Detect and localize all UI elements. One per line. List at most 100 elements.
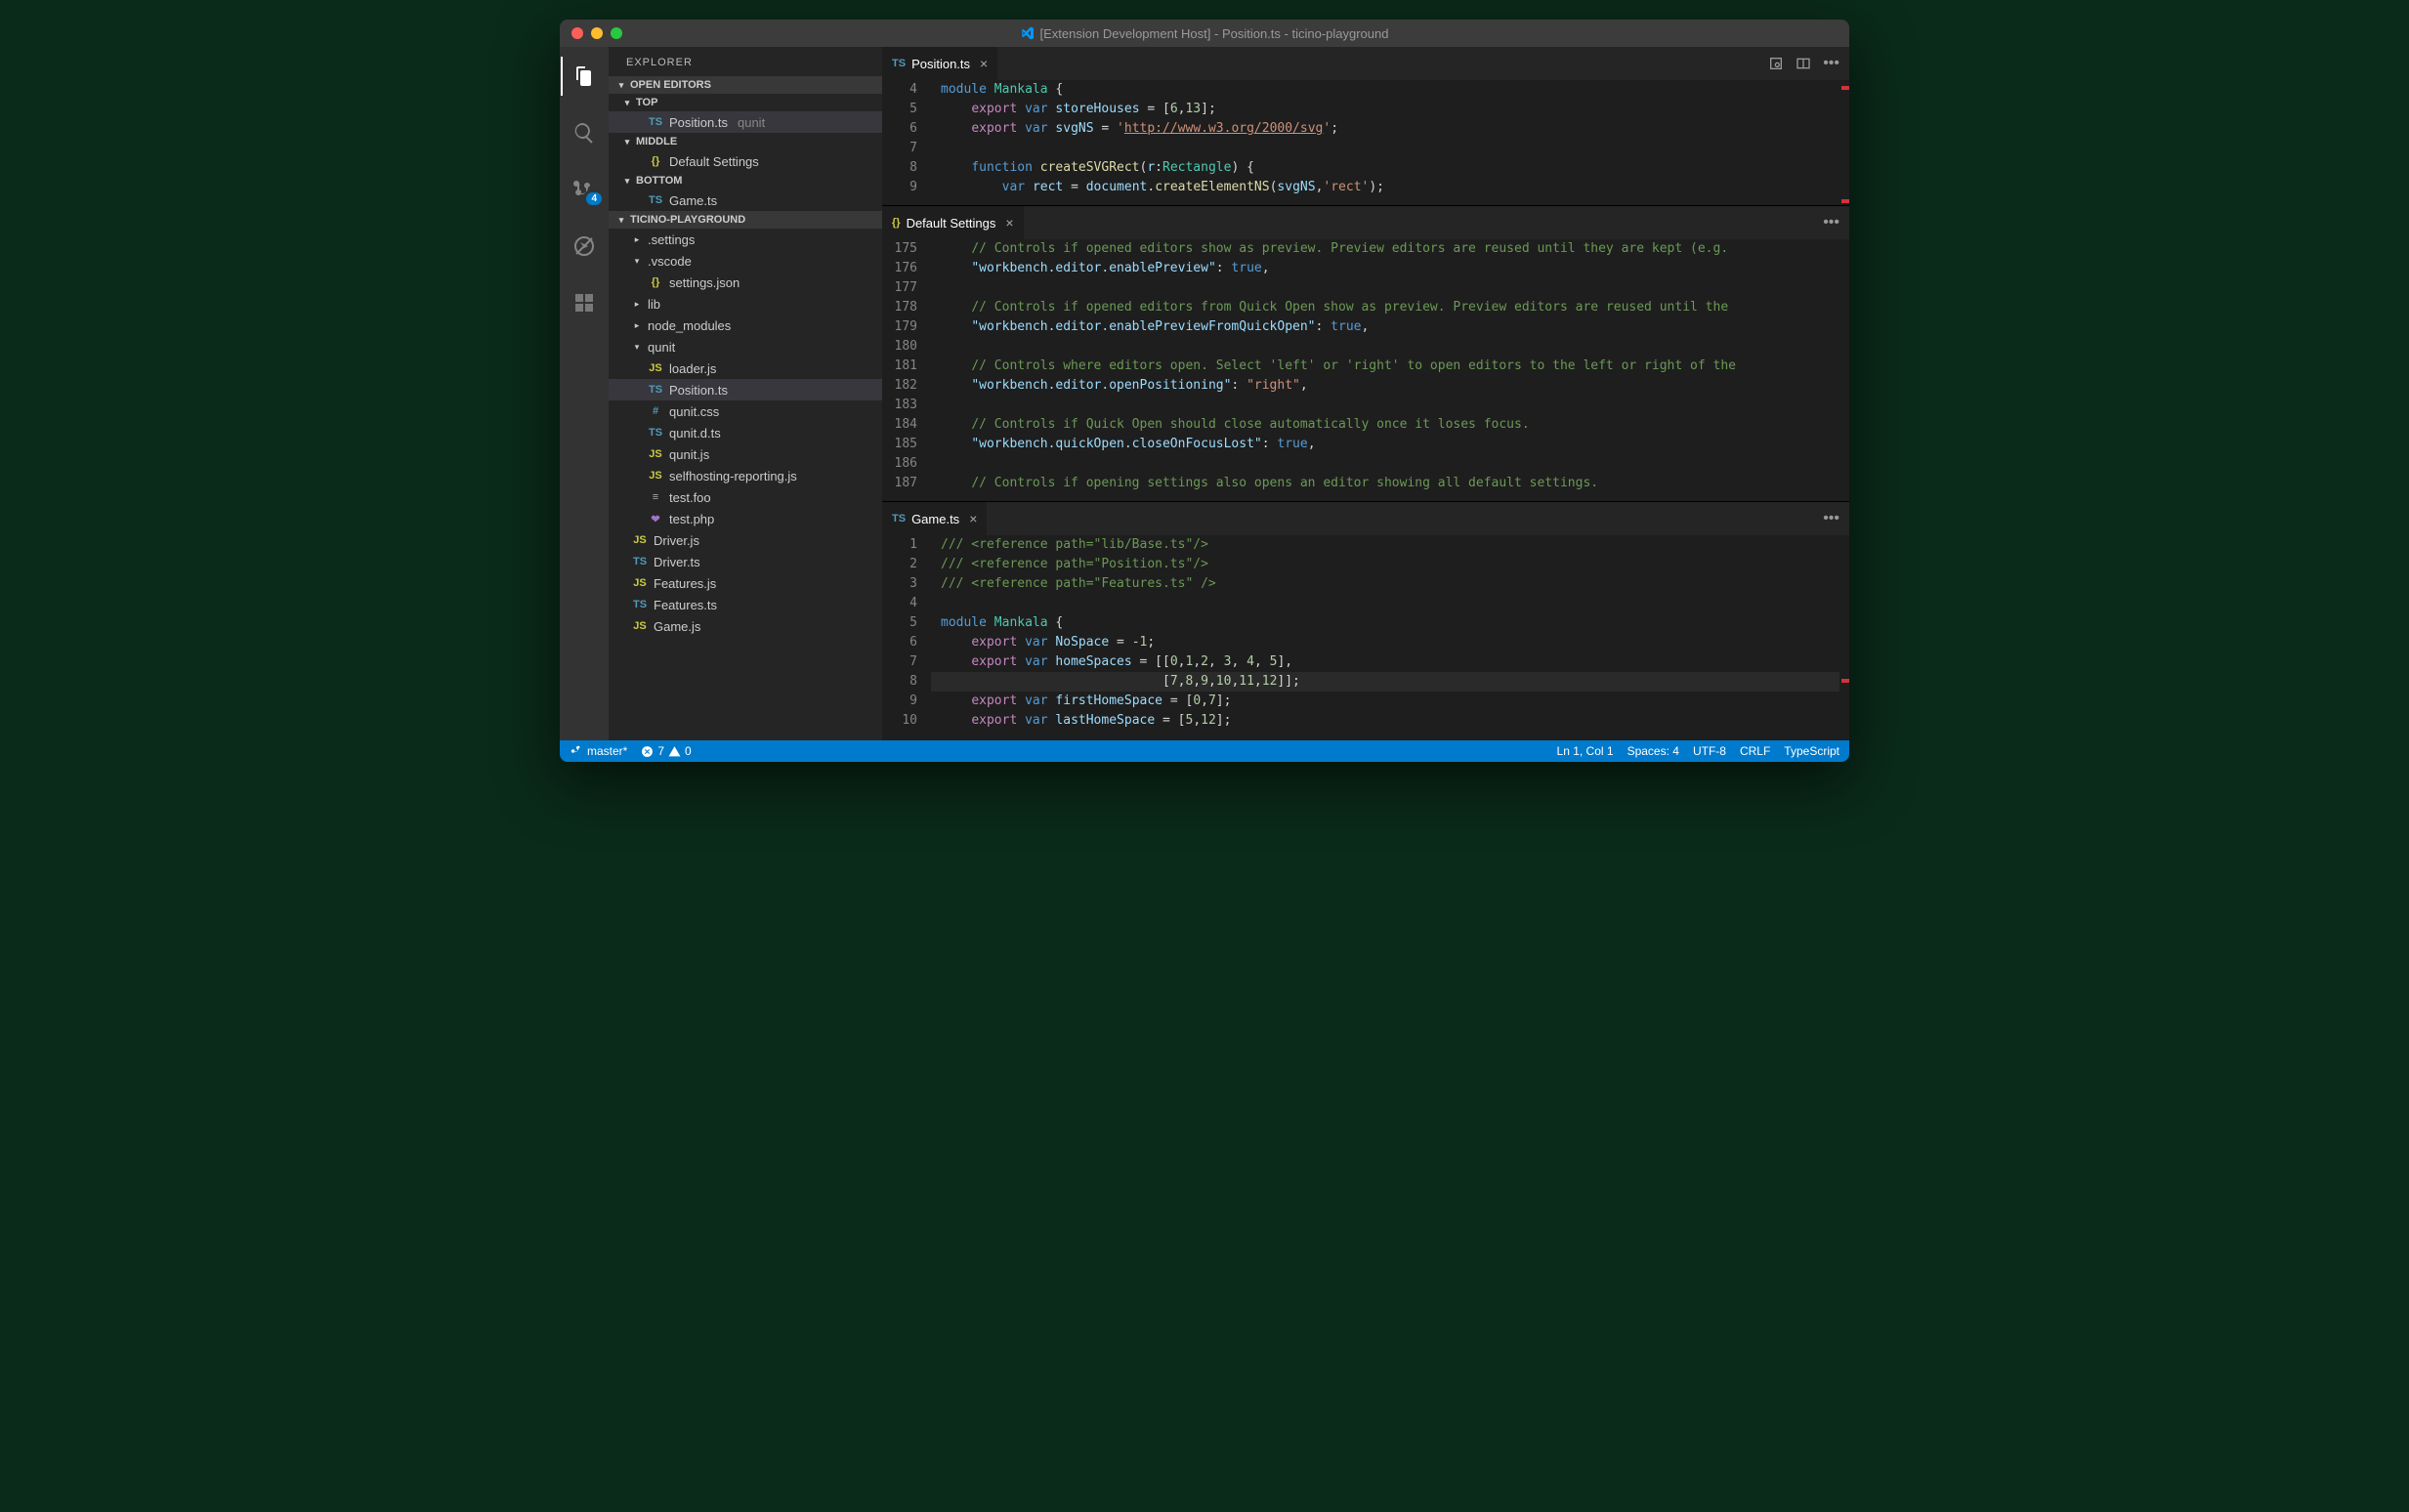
- code-line[interactable]: export var firstHomeSpace = [0,7];: [931, 692, 1839, 711]
- file-item[interactable]: TSDriver.ts: [609, 551, 882, 572]
- code-line[interactable]: [931, 139, 1839, 158]
- code-line[interactable]: [7,8,9,10,11,12]];: [931, 672, 1839, 692]
- activity-debug[interactable]: [561, 227, 608, 266]
- activity-search[interactable]: [561, 113, 608, 152]
- code-line[interactable]: // Controls if opening settings also ope…: [931, 474, 1839, 493]
- file-item[interactable]: #qunit.css: [609, 400, 882, 422]
- open-editors-group-header[interactable]: ▾TOP: [609, 94, 882, 111]
- open-editor-item[interactable]: TSPosition.tsqunit: [609, 111, 882, 133]
- folder-item[interactable]: ▾.vscode: [609, 250, 882, 272]
- window-close-button[interactable]: [571, 27, 583, 39]
- window-maximize-button[interactable]: [611, 27, 622, 39]
- code-line[interactable]: "workbench.editor.enablePreviewFromQuick…: [931, 317, 1839, 337]
- status-problems[interactable]: 7 0: [641, 744, 691, 758]
- close-icon[interactable]: ×: [980, 56, 988, 71]
- code-line[interactable]: export var storeHouses = [6,13];: [931, 100, 1839, 119]
- status-encoding[interactable]: UTF-8: [1693, 744, 1726, 758]
- status-lncol[interactable]: Ln 1, Col 1: [1557, 744, 1614, 758]
- code-line[interactable]: var rect = document.createElementNS(svgN…: [931, 178, 1839, 197]
- file-hint: qunit: [738, 115, 765, 130]
- minimap[interactable]: [1839, 535, 1849, 740]
- file-item[interactable]: ❤test.php: [609, 508, 882, 529]
- minimap[interactable]: [1839, 80, 1849, 205]
- code-line[interactable]: [931, 594, 1839, 613]
- code-line[interactable]: // Controls if opened editors show as pr…: [931, 239, 1839, 259]
- file-item[interactable]: JSselfhosting-reporting.js: [609, 465, 882, 486]
- code-line[interactable]: module Mankala {: [931, 80, 1839, 100]
- file-item[interactable]: JSloader.js: [609, 357, 882, 379]
- folder-twisty-icon: ▾: [632, 256, 642, 267]
- file-item[interactable]: JSFeatures.js: [609, 572, 882, 594]
- workspace-header[interactable]: ▾ TICINO-PLAYGROUND: [609, 211, 882, 229]
- activity-extensions[interactable]: [561, 283, 608, 322]
- code-line[interactable]: /// <reference path="Position.ts"/>: [931, 555, 1839, 574]
- activity-scm[interactable]: 4: [561, 170, 608, 209]
- window-minimize-button[interactable]: [591, 27, 603, 39]
- file-item[interactable]: JSGame.js: [609, 615, 882, 637]
- code-line[interactable]: // Controls if Quick Open should close a…: [931, 415, 1839, 435]
- close-icon[interactable]: ×: [969, 511, 977, 526]
- code-line[interactable]: "workbench.editor.openPositioning": "rig…: [931, 376, 1839, 396]
- file-type-icon: JS: [632, 620, 648, 632]
- code-line[interactable]: export var homeSpaces = [[0,1,2, 3, 4, 5…: [931, 652, 1839, 672]
- file-item[interactable]: JSqunit.js: [609, 443, 882, 465]
- split-editor-button[interactable]: [1796, 56, 1811, 71]
- code-line[interactable]: [931, 396, 1839, 415]
- code-line[interactable]: [931, 337, 1839, 357]
- folder-item[interactable]: ▸node_modules: [609, 315, 882, 336]
- code-line[interactable]: export var NoSpace = -1;: [931, 633, 1839, 652]
- code-line[interactable]: export var lastHomeSpace = [5,12];: [931, 711, 1839, 731]
- code-line[interactable]: [931, 454, 1839, 474]
- status-branch[interactable]: master*: [570, 744, 627, 758]
- status-language[interactable]: TypeScript: [1784, 744, 1839, 758]
- editor-tab[interactable]: TSPosition.ts×: [882, 47, 998, 80]
- editor-tab[interactable]: {}Default Settings×: [882, 206, 1025, 239]
- sidebar-title: EXPLORER: [609, 47, 882, 76]
- close-icon[interactable]: ×: [1005, 215, 1013, 231]
- code-line[interactable]: function createSVGRect(r:Rectangle) {: [931, 158, 1839, 178]
- line-number-gutter: 12345678910: [882, 535, 931, 740]
- code-line[interactable]: "workbench.quickOpen.closeOnFocusLost": …: [931, 435, 1839, 454]
- more-actions-button[interactable]: •••: [1823, 214, 1839, 231]
- status-eol[interactable]: CRLF: [1740, 744, 1770, 758]
- more-actions-button[interactable]: •••: [1823, 55, 1839, 72]
- minimap[interactable]: [1839, 239, 1849, 501]
- activity-explorer[interactable]: [561, 57, 608, 96]
- open-editors-group-header[interactable]: ▾MIDDLE: [609, 133, 882, 150]
- open-editor-item[interactable]: TSGame.ts: [609, 189, 882, 211]
- folder-item[interactable]: ▸.settings: [609, 229, 882, 250]
- file-item[interactable]: TSPosition.ts: [609, 379, 882, 400]
- file-name: Driver.js: [654, 533, 699, 548]
- explorer-reveal-button[interactable]: [1768, 56, 1784, 71]
- code-line[interactable]: module Mankala {: [931, 613, 1839, 633]
- status-spaces[interactable]: Spaces: 4: [1627, 744, 1679, 758]
- code-line[interactable]: export var svgNS = 'http://www.w3.org/20…: [931, 119, 1839, 139]
- more-actions-button[interactable]: •••: [1823, 510, 1839, 527]
- vscode-logo-icon: [1021, 26, 1035, 40]
- file-item[interactable]: JSDriver.js: [609, 529, 882, 551]
- code-area[interactable]: 456789module Mankala { export var storeH…: [882, 80, 1849, 205]
- code-content[interactable]: /// <reference path="lib/Base.ts"/>/// <…: [931, 535, 1839, 740]
- editor-tab[interactable]: TSGame.ts×: [882, 502, 988, 535]
- folder-item[interactable]: ▸lib: [609, 293, 882, 315]
- titlebar[interactable]: [Extension Development Host] - Position.…: [560, 20, 1849, 47]
- open-editor-item[interactable]: {}Default Settings: [609, 150, 882, 172]
- file-item[interactable]: TSFeatures.ts: [609, 594, 882, 615]
- file-item[interactable]: ≡test.foo: [609, 486, 882, 508]
- code-line[interactable]: /// <reference path="Features.ts" />: [931, 574, 1839, 594]
- folder-item[interactable]: ▾qunit: [609, 336, 882, 357]
- code-content[interactable]: // Controls if opened editors show as pr…: [931, 239, 1839, 501]
- code-line[interactable]: // Controls where editors open. Select '…: [931, 357, 1839, 376]
- file-item[interactable]: {}settings.json: [609, 272, 882, 293]
- chevron-down-icon: ▾: [616, 215, 626, 226]
- code-line[interactable]: "workbench.editor.enablePreview": true,: [931, 259, 1839, 278]
- code-line[interactable]: // Controls if opened editors from Quick…: [931, 298, 1839, 317]
- open-editors-group-header[interactable]: ▾BOTTOM: [609, 172, 882, 189]
- file-item[interactable]: TSqunit.d.ts: [609, 422, 882, 443]
- open-editors-header[interactable]: ▾ OPEN EDITORS: [609, 76, 882, 94]
- code-line[interactable]: [931, 278, 1839, 298]
- code-area[interactable]: 175176177178179180181182183184185186187 …: [882, 239, 1849, 501]
- code-content[interactable]: module Mankala { export var storeHouses …: [931, 80, 1839, 205]
- code-area[interactable]: 12345678910/// <reference path="lib/Base…: [882, 535, 1849, 740]
- code-line[interactable]: /// <reference path="lib/Base.ts"/>: [931, 535, 1839, 555]
